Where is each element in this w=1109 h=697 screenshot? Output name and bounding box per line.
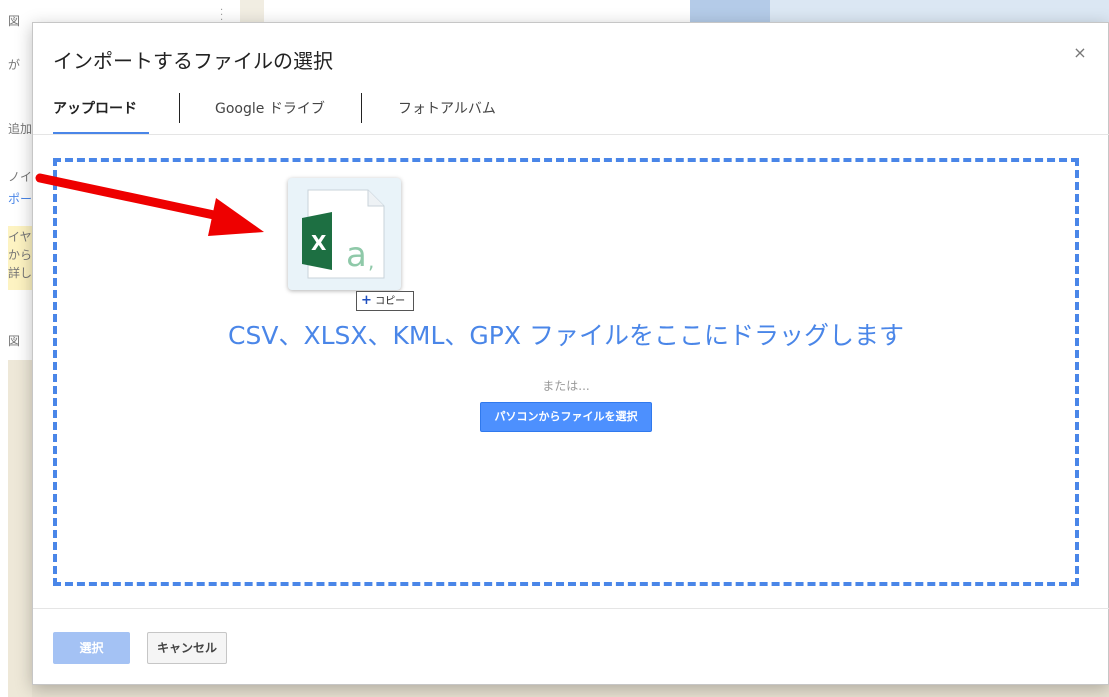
file-drop-zone[interactable]: CSV、XLSX、KML、GPX ファイルをここにドラッグします または... … bbox=[53, 158, 1079, 586]
tab-photo-album[interactable]: フォトアルバム bbox=[398, 93, 496, 135]
background-text: が bbox=[8, 58, 21, 72]
copy-badge: + コピー bbox=[356, 291, 414, 311]
tab-separator bbox=[361, 93, 362, 123]
drop-instruction: CSV、XLSX、KML、GPX ファイルをここにドラッグします bbox=[228, 321, 904, 350]
dialog-title: インポートするファイルの選択 bbox=[53, 49, 333, 73]
background-text: 詳し bbox=[8, 266, 33, 280]
svg-text:a: a bbox=[346, 235, 367, 275]
svg-text:X: X bbox=[311, 231, 327, 255]
plus-icon: + bbox=[361, 293, 372, 308]
import-file-dialog: インポートするファイルの選択 × アップロード Google ドライブ フォトア… bbox=[32, 22, 1109, 685]
background-text: から bbox=[8, 248, 33, 262]
select-button[interactable]: 選択 bbox=[53, 632, 130, 664]
background-text: 追加 bbox=[8, 122, 33, 136]
tab-separator bbox=[179, 93, 180, 123]
tab-upload[interactable]: アップロード bbox=[53, 93, 149, 135]
cancel-button[interactable]: キャンセル bbox=[147, 632, 227, 664]
background-link: ポー bbox=[8, 192, 33, 206]
close-icon[interactable]: × bbox=[1072, 45, 1088, 61]
svg-text:,: , bbox=[368, 249, 374, 273]
background-text: イヤ bbox=[8, 230, 32, 244]
copy-label: コピー bbox=[375, 296, 406, 307]
tabs-divider bbox=[33, 134, 1109, 135]
more-vert-icon: · · · bbox=[220, 5, 224, 26]
choose-file-button[interactable]: パソコンからファイルを選択 bbox=[480, 402, 652, 432]
background-map bbox=[8, 360, 32, 697]
background-map bbox=[32, 685, 1109, 697]
background-text: 図 bbox=[8, 334, 21, 348]
background-text: 図 bbox=[8, 14, 21, 28]
or-label: または... bbox=[542, 379, 590, 393]
footer-divider bbox=[33, 608, 1109, 609]
background-notice: イヤ から 詳し bbox=[8, 226, 32, 290]
tab-google-drive[interactable]: Google ドライブ bbox=[215, 93, 325, 135]
excel-file-icon: X a , bbox=[288, 178, 401, 290]
background-text: ノイ bbox=[8, 170, 33, 184]
